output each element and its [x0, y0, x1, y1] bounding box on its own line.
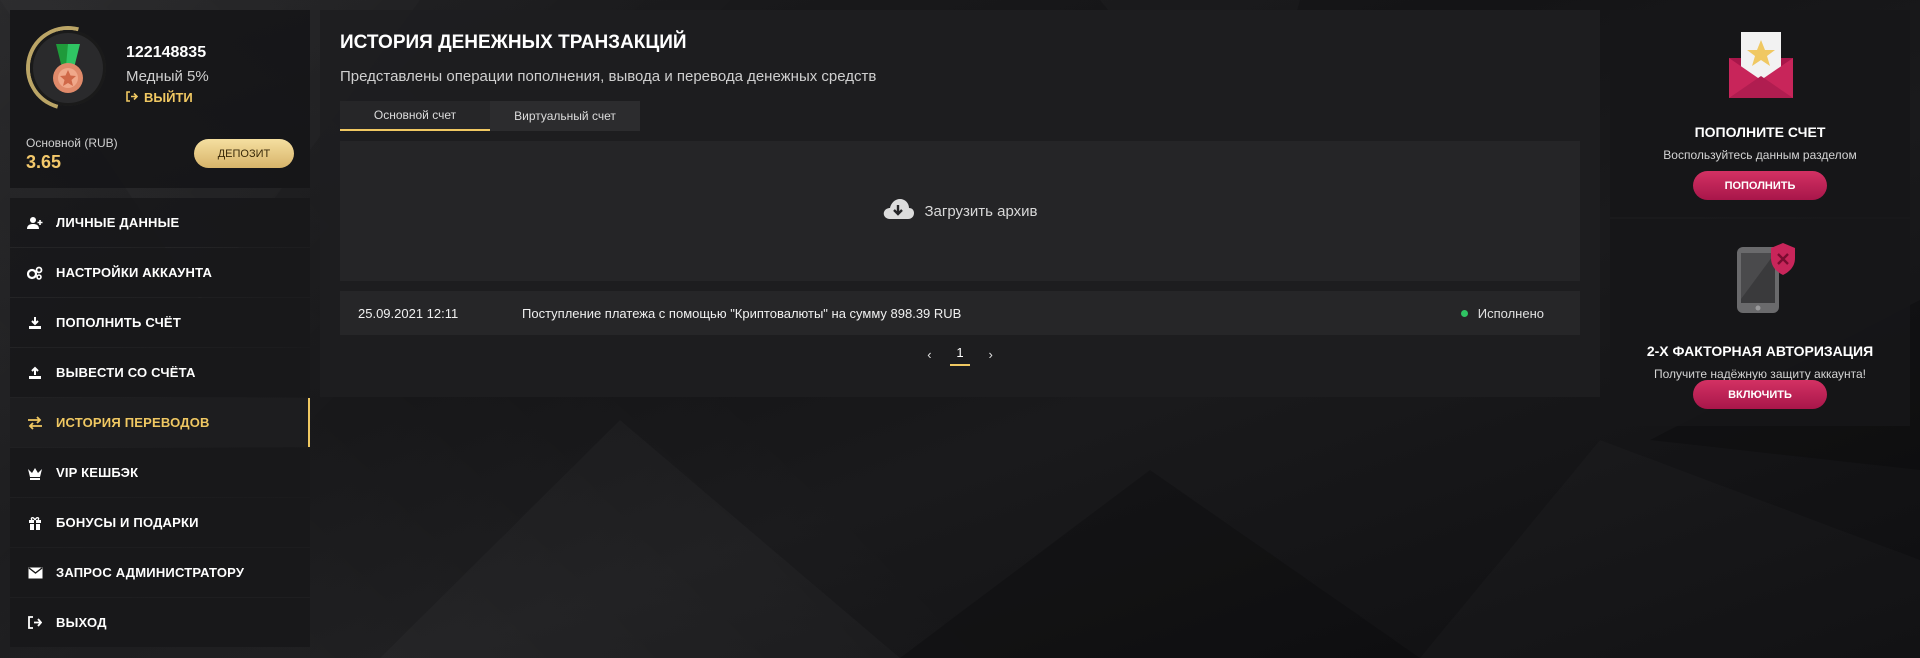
- balance-label: Основной (RUB): [26, 136, 118, 150]
- transaction-status: Исполнено: [1477, 305, 1544, 321]
- menu-item-deposit[interactable]: ПОПОЛНИТЬ СЧЁТ: [10, 298, 310, 347]
- logout-link[interactable]: ВЫЙТИ: [126, 90, 193, 105]
- pagination: ‹ 1 ›: [340, 343, 1580, 366]
- download-archive-label: Загрузить архив: [924, 202, 1038, 220]
- menu-item-vip-cashback[interactable]: VIP КЕШБЭК: [10, 448, 310, 497]
- envelope-star-icon: [1729, 32, 1793, 98]
- logout-label: ВЫЙТИ: [144, 90, 193, 105]
- sign-out-icon: [126, 90, 139, 105]
- twofa-card-title: 2-Х ФАКТОРНАЯ АВТОРИЗАЦИЯ: [1646, 343, 1874, 359]
- transaction-description: Поступление платежа с помощью "Криптовал…: [522, 305, 962, 321]
- menu-item-account-settings[interactable]: НАСТРОЙКИ АККАУНТА: [10, 248, 310, 297]
- menu-item-withdraw[interactable]: ВЫВЕСТИ СО СЧЁТА: [10, 348, 310, 397]
- avatar: [30, 30, 106, 106]
- menu-item-label: ПОПОЛНИТЬ СЧЁТ: [56, 315, 181, 330]
- page-number[interactable]: 1: [950, 343, 970, 366]
- account-menu: ЛИЧНЫЕ ДАННЫЕ НАСТРОЙКИ АККАУНТА ПОПОЛНИ…: [10, 198, 310, 647]
- enable-twofa-button[interactable]: ВКЛЮЧИТЬ: [1693, 380, 1827, 409]
- deposit-button[interactable]: ДЕПОЗИТ: [194, 139, 294, 168]
- menu-item-exit[interactable]: ВЫХОД: [10, 598, 310, 647]
- menu-item-bonuses[interactable]: БОНУСЫ И ПОДАРКИ: [10, 498, 310, 547]
- page-subtitle: Представлены операции пополнения, вывода…: [340, 68, 877, 85]
- tab-virtual-account[interactable]: Виртуальный счет: [490, 101, 640, 131]
- chevron-right-icon[interactable]: ›: [984, 347, 998, 362]
- menu-item-label: ВЫХОД: [56, 615, 107, 630]
- crown-icon: [26, 465, 44, 481]
- user-add-icon: [26, 215, 44, 231]
- menu-item-label: ЗАПРОС АДМИНИСТРАТОРУ: [56, 565, 245, 580]
- top-up-button[interactable]: ПОПОЛНИТЬ: [1693, 171, 1827, 200]
- tab-main-account[interactable]: Основной счет: [340, 101, 490, 131]
- transaction-date: 25.09.2021 12:11: [358, 305, 459, 321]
- upload-icon: [26, 365, 44, 381]
- gears-icon: [26, 265, 44, 281]
- table-row: 25.09.2021 12:11 Поступление платежа с п…: [340, 291, 1580, 335]
- menu-item-label: БОНУСЫ И ПОДАРКИ: [56, 515, 199, 530]
- balance-value: 3.65: [26, 152, 62, 172]
- cloud-download-icon: [882, 197, 915, 225]
- left-sidebar: 122148835 Медный 5% ВЫЙТИ Основной (RUB)…: [10, 10, 310, 648]
- download-archive-button[interactable]: Загрузить архив: [340, 141, 1580, 281]
- exchange-icon: [26, 415, 44, 431]
- menu-item-label: ИСТОРИЯ ПЕРЕВОДОВ: [56, 415, 210, 430]
- account-tabs: Основной счет Виртуальный счет: [340, 101, 1580, 131]
- status-badge: Исполнено: [1460, 305, 1544, 321]
- deposit-card-text: Воспользуйтесь данным разделом: [1663, 148, 1857, 162]
- transaction-history-panel: ИСТОРИЯ ДЕНЕЖНЫХ ТРАНЗАКЦИЙ Представлены…: [320, 10, 1600, 397]
- status-dot-icon: [1460, 309, 1468, 317]
- menu-item-transfer-history[interactable]: ИСТОРИЯ ПЕРЕВОДОВ: [10, 398, 310, 447]
- gift-icon: [26, 515, 44, 531]
- two-factor-card: 2-Х ФАКТОРНАЯ АВТОРИЗАЦИЯ Получите надёж…: [1610, 219, 1910, 426]
- medal-icon: [53, 44, 83, 93]
- deposit-promo-card: ПОПОЛНИТЕ СЧЕТ Воспользуйтесь данным раз…: [1610, 10, 1910, 217]
- profile-card: 122148835 Медный 5% ВЫЙТИ Основной (RUB)…: [10, 10, 310, 188]
- phone-shield-icon: [1737, 243, 1795, 313]
- menu-item-label: НАСТРОЙКИ АККАУНТА: [56, 265, 213, 280]
- download-icon: [26, 315, 44, 331]
- page-title: ИСТОРИЯ ДЕНЕЖНЫХ ТРАНЗАКЦИЙ: [340, 32, 687, 53]
- menu-item-admin-request[interactable]: ЗАПРОС АДМИНИСТРАТОРУ: [10, 548, 310, 597]
- user-id: 122148835: [126, 44, 207, 61]
- menu-item-personal-data[interactable]: ЛИЧНЫЕ ДАННЫЕ: [10, 198, 310, 247]
- menu-item-label: VIP КЕШБЭК: [56, 465, 139, 480]
- menu-item-label: ВЫВЕСТИ СО СЧЁТА: [56, 365, 196, 380]
- sign-out-icon: [26, 615, 44, 631]
- chevron-left-icon[interactable]: ‹: [922, 347, 936, 362]
- twofa-card-text: Получите надёжную защиту аккаунта!: [1653, 367, 1866, 381]
- user-level: Медный 5%: [126, 68, 209, 85]
- deposit-card-title: ПОПОЛНИТЕ СЧЕТ: [1694, 124, 1826, 140]
- menu-item-label: ЛИЧНЫЕ ДАННЫЕ: [56, 215, 180, 230]
- envelope-icon: [26, 565, 44, 581]
